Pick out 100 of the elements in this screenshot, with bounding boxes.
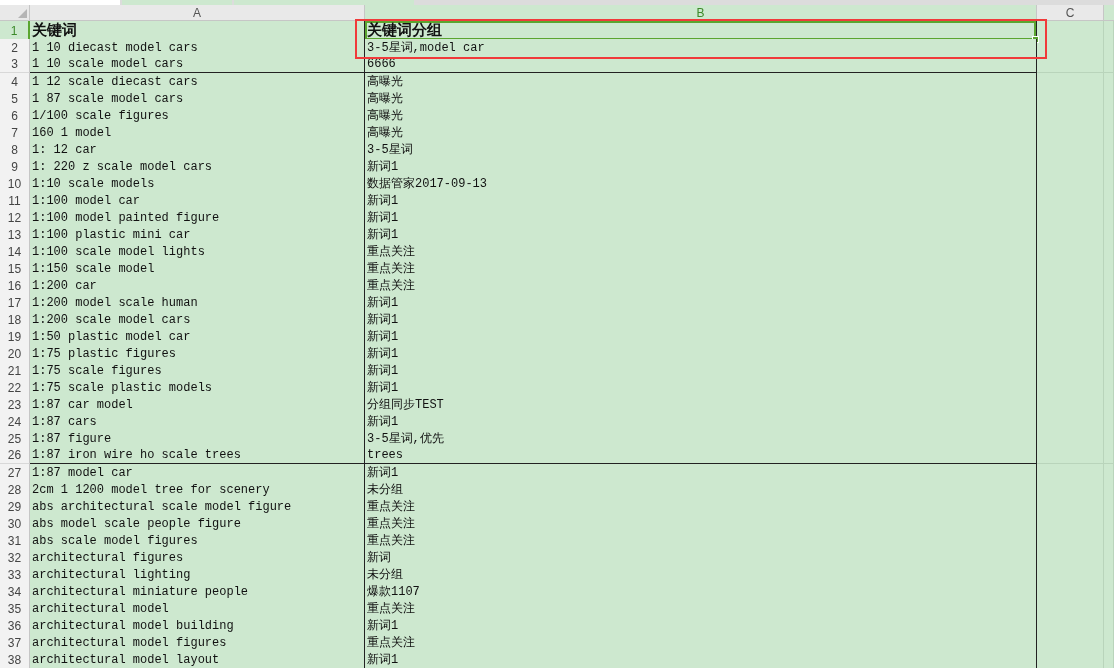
table-cell: 1:87 car model [30,396,365,414]
table-cell: architectural model building [30,617,365,635]
row-number[interactable]: 3 [0,56,30,73]
row-number[interactable]: 8 [0,141,30,159]
table-cell: 重点关注 [365,260,1037,278]
table-cell: 1 87 scale model cars [30,90,365,108]
row-number[interactable]: 9 [0,158,30,176]
table-cell: 1:100 model painted figure [30,209,365,227]
row-number[interactable]: 33 [0,566,30,584]
row-number[interactable]: 28 [0,481,30,499]
table-cell: 数据管家2017-09-13 [365,175,1037,193]
row-number[interactable]: 27 [0,464,30,482]
table-cell: 1:10 scale models [30,175,365,193]
table-cell: 1:100 model car [30,192,365,210]
table-cell: 未分组 [365,481,1037,499]
table-cell: abs scale model figures [30,532,365,550]
table-cell: 重点关注 [365,532,1037,550]
table-cell: architectural model layout [30,651,365,668]
row-number[interactable]: 18 [0,311,30,329]
table-cell: 新词1 [365,192,1037,210]
row-number[interactable]: 2 [0,39,30,57]
row-number[interactable]: 31 [0,532,30,550]
row-number[interactable]: 24 [0,413,30,431]
table-cell: 1:200 scale model cars [30,311,365,329]
table-cell: 1 10 scale model cars [30,56,365,73]
table-cell: 新词 [365,549,1037,567]
row-number[interactable]: 12 [0,209,30,227]
table-cell: 1:150 scale model [30,260,365,278]
table-cell: 新词1 [365,226,1037,244]
row-number[interactable]: 25 [0,430,30,448]
table-cell: 3-5星词,优先 [365,430,1037,448]
table-cell: 1:87 figure [30,430,365,448]
row-number[interactable]: 26 [0,447,30,464]
table-cell: 1:200 car [30,277,365,295]
row-number[interactable]: 20 [0,345,30,363]
table-cell: 高曝光 [365,90,1037,108]
table-cell: architectural model [30,600,365,618]
row-number[interactable]: 10 [0,175,30,193]
table-cell: abs model scale people figure [30,515,365,533]
row-number[interactable]: 15 [0,260,30,278]
row-number[interactable]: 34 [0,583,30,601]
row-number[interactable]: 22 [0,379,30,397]
table-cell: architectural model figures [30,634,365,652]
table-cell: 重点关注 [365,600,1037,618]
table-cell: 1:100 plastic mini car [30,226,365,244]
row-number[interactable]: 32 [0,549,30,567]
table-cell: 新词1 [365,294,1037,312]
table-cell: 分组同步TEST [365,396,1037,414]
table-cell: 1/100 scale figures [30,107,365,125]
table-cell: 新词1 [365,362,1037,380]
row-number[interactable]: 36 [0,617,30,635]
table-cell: 新词1 [365,413,1037,431]
corner-triangle-icon [18,9,27,18]
row-number[interactable]: 35 [0,600,30,618]
row-number[interactable]: 11 [0,192,30,210]
table-cell: 重点关注 [365,277,1037,295]
table-cell: 新词1 [365,617,1037,635]
row-number[interactable]: 29 [0,498,30,516]
table-cell: 1:75 scale plastic models [30,379,365,397]
table-cell: 重点关注 [365,515,1037,533]
table-cell: 重点关注 [365,498,1037,516]
table-cell: 1:75 scale figures [30,362,365,380]
table-cell: 1:100 scale model lights [30,243,365,261]
table-cell: architectural miniature people [30,583,365,601]
row-number[interactable]: 21 [0,362,30,380]
row-number[interactable]: 37 [0,634,30,652]
row-number[interactable]: 38 [0,651,30,668]
table-cell: 重点关注 [365,634,1037,652]
row-number[interactable]: 30 [0,515,30,533]
table-cell: 重点关注 [365,243,1037,261]
table-cell: architectural figures [30,549,365,567]
table-cell: 新词1 [365,311,1037,329]
row-number[interactable]: 13 [0,226,30,244]
row-number[interactable]: 4 [0,73,30,91]
table-cell: 1: 220 z scale model cars [30,158,365,176]
table-cell: 1:200 model scale human [30,294,365,312]
table-cell: 新词1 [365,379,1037,397]
row-number[interactable]: 14 [0,243,30,261]
table-cell: 1:87 cars [30,413,365,431]
row-number[interactable]: 7 [0,124,30,142]
table-cell: 新词1 [365,158,1037,176]
table-cell: 新词1 [365,209,1037,227]
table-cell: 新词1 [365,345,1037,363]
table-cell: 未分组 [365,566,1037,584]
table-cell: 1 10 diecast model cars [30,39,365,57]
row-number[interactable]: 6 [0,107,30,125]
table-cell: 1 12 scale diecast cars [30,73,365,91]
column-header-filler [1104,5,1114,20]
table-cell: 新词1 [365,651,1037,668]
table-cell: 高曝光 [365,107,1037,125]
table-cell: 1:87 model car [30,464,365,482]
table-cell: 160 1 model [30,124,365,142]
table-cell: 1:87 iron wire ho scale trees [30,447,365,464]
table-cell: architectural lighting [30,566,365,584]
row-number[interactable]: 16 [0,277,30,295]
row-number[interactable]: 23 [0,396,30,414]
row-number[interactable]: 5 [0,90,30,108]
table-cell: 新词1 [365,328,1037,346]
row-number[interactable]: 17 [0,294,30,312]
row-number[interactable]: 19 [0,328,30,346]
